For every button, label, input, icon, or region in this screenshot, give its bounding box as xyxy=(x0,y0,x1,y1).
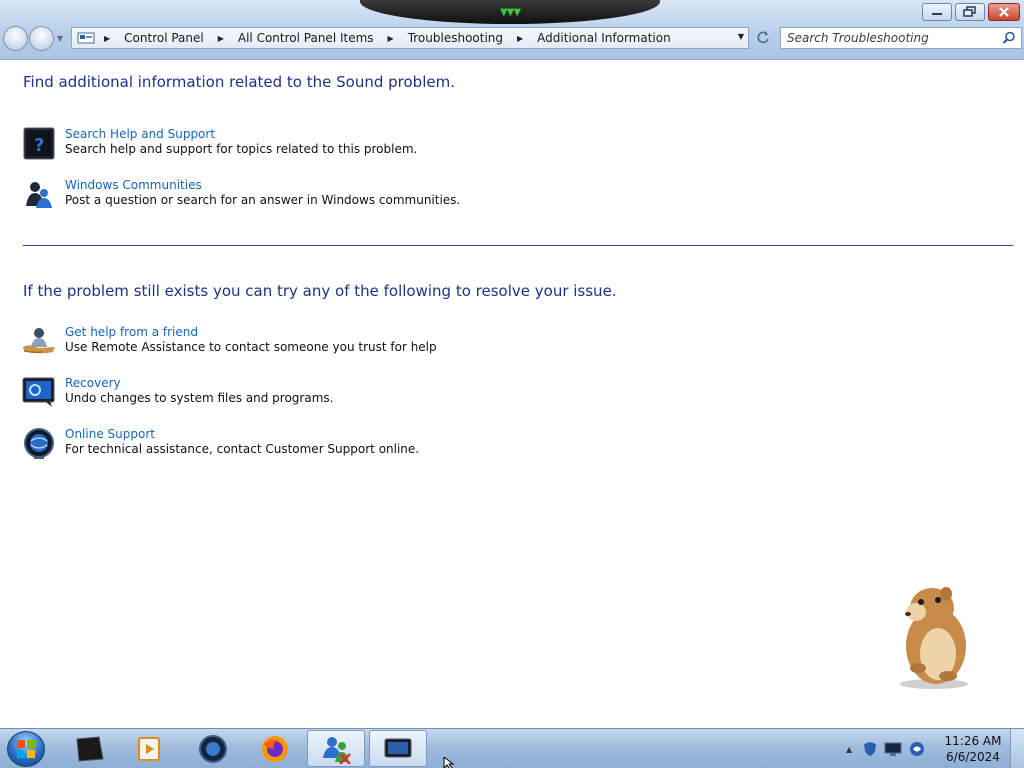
online-support-icon xyxy=(22,427,56,461)
taskbar-app-terminal[interactable] xyxy=(60,730,118,767)
forward-button[interactable] xyxy=(29,26,54,51)
recovery-icon xyxy=(22,376,56,410)
minimize-button[interactable] xyxy=(922,3,952,21)
list-item-recovery: Recovery Undo changes to system files an… xyxy=(22,376,622,412)
communities-icon xyxy=(22,178,56,212)
media-player-icon xyxy=(138,736,160,761)
search-box[interactable] xyxy=(780,27,1022,49)
clock-date: 6/6/2024 xyxy=(946,750,1000,764)
list-item-online-support: Online Support For technical assistance,… xyxy=(22,427,622,463)
breadcrumb-label: Additional Information xyxy=(537,31,671,45)
breadcrumb-label: All Control Panel Items xyxy=(237,31,374,45)
taskbar-app-monitor[interactable] xyxy=(369,730,427,767)
terminal-icon xyxy=(76,735,104,762)
item-description: Undo changes to system files and program… xyxy=(65,391,334,405)
show-hidden-icons-button[interactable]: ▲ xyxy=(842,745,856,754)
start-orb-icon xyxy=(17,740,35,758)
search-icon[interactable] xyxy=(1002,31,1016,45)
control-panel-location-icon xyxy=(72,28,100,48)
refresh-button[interactable] xyxy=(752,28,774,48)
breadcrumb-arrow[interactable]: ▶ xyxy=(100,34,114,43)
network-icon[interactable] xyxy=(884,741,902,757)
window-controls xyxy=(922,3,1020,21)
item-description: Use Remote Assistance to contact someone… xyxy=(65,340,437,354)
close-icon xyxy=(999,7,1009,17)
list-item-help-support: ? Search Help and Support Search help an… xyxy=(22,127,622,163)
address-history-dropdown[interactable]: ▼ xyxy=(738,32,744,41)
refresh-icon xyxy=(757,31,769,44)
breadcrumb-troubleshooting[interactable]: Troubleshooting ▶ xyxy=(398,28,527,48)
breadcrumb-label: Control Panel xyxy=(124,31,204,45)
taskbar-app-firefox[interactable] xyxy=(246,730,304,767)
svg-text:?: ? xyxy=(34,135,44,156)
recovery-link[interactable]: Recovery xyxy=(65,376,121,390)
breadcrumb-label: Troubleshooting xyxy=(407,31,504,45)
security-shield-icon[interactable] xyxy=(862,741,878,757)
browser-icon xyxy=(199,734,227,763)
search-help-support-link[interactable]: Search Help and Support xyxy=(65,127,215,141)
item-description: Post a question or search for an answer … xyxy=(65,193,461,207)
breadcrumb-additional-information[interactable]: Additional Information xyxy=(527,28,681,48)
search-input[interactable] xyxy=(781,31,991,45)
taskbar-app-control-panel[interactable] xyxy=(307,730,365,767)
firefox-icon xyxy=(262,735,288,762)
address-bar[interactable]: ▶ Control Panel ▶ All Control Panel Item… xyxy=(71,27,749,49)
notch-indicator-icon: ▼▼▼ xyxy=(499,7,521,18)
mouse-cursor-icon xyxy=(443,757,455,768)
minimize-icon xyxy=(932,13,942,15)
item-description: Search help and support for topics relat… xyxy=(65,142,418,156)
window-titlebar: ▼▼▼ ▼ ▶ Control Panel ▶ All Control Pane… xyxy=(0,0,1024,60)
breadcrumb-arrow[interactable]: ▶ xyxy=(384,34,398,43)
taskbar-clock[interactable]: 11:26 AM 6/6/2024 xyxy=(940,733,1006,765)
taskbar-app-media-player[interactable] xyxy=(120,730,178,767)
help-support-icon: ? xyxy=(22,127,56,161)
remote-assistance-icon xyxy=(22,325,56,359)
clock-time: 11:26 AM xyxy=(944,734,1002,748)
breadcrumb-arrow[interactable]: ▶ xyxy=(214,34,228,43)
maximize-button[interactable] xyxy=(955,3,985,21)
section-divider xyxy=(23,245,1013,246)
system-tray: ▲ xyxy=(842,729,926,768)
volume-icon[interactable] xyxy=(908,740,926,758)
section-heading-resolve-issue: If the problem still exists you can try … xyxy=(23,282,617,300)
recent-pages-dropdown[interactable]: ▼ xyxy=(55,34,65,43)
breadcrumb-all-items[interactable]: All Control Panel Items ▶ xyxy=(228,28,398,48)
windows-communities-link[interactable]: Windows Communities xyxy=(65,178,202,192)
navigation-buttons: ▼ xyxy=(3,26,65,51)
start-button[interactable] xyxy=(7,731,45,767)
get-help-friend-link[interactable]: Get help from a friend xyxy=(65,325,198,339)
close-button[interactable] xyxy=(988,3,1020,21)
restore-icon xyxy=(963,6,976,17)
section-heading-additional-info: Find additional information related to t… xyxy=(23,73,455,91)
monitor-app-icon xyxy=(384,738,412,757)
decorative-notch: ▼▼▼ xyxy=(360,0,660,24)
back-button[interactable] xyxy=(3,26,28,51)
online-support-link[interactable]: Online Support xyxy=(65,427,155,441)
breadcrumb-arrow[interactable]: ▶ xyxy=(513,34,527,43)
taskbar: ▲ 11:26 AM 6/6/2024 xyxy=(0,728,1024,768)
breadcrumb-control-panel[interactable]: Control Panel ▶ xyxy=(114,28,228,48)
list-item-get-help-friend: Get help from a friend Use Remote Assist… xyxy=(22,325,622,361)
item-description: For technical assistance, contact Custom… xyxy=(65,442,420,456)
hamster-mascot-icon xyxy=(888,582,980,690)
show-desktop-button[interactable] xyxy=(1010,729,1024,768)
list-item-windows-communities: Windows Communities Post a question or s… xyxy=(22,178,622,214)
control-panel-icon xyxy=(323,736,351,764)
taskbar-app-browser[interactable] xyxy=(184,730,242,767)
